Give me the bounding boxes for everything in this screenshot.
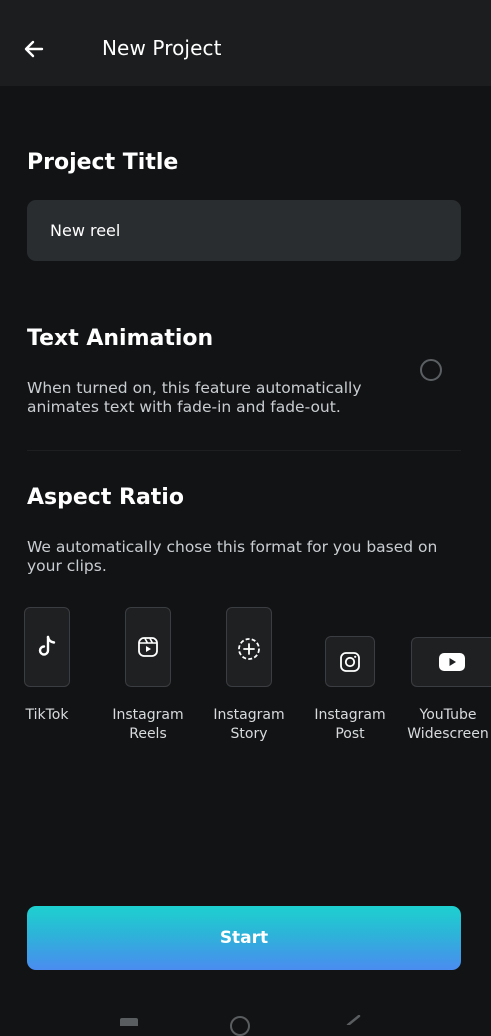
ratio-label-tiktok: TikTok [25, 707, 69, 723]
text-animation-heading: Text Animation [27, 326, 214, 351]
ratio-label-instagram-story: Instagram Story [213, 707, 285, 742]
tiktok-icon [38, 635, 56, 656]
text-animation-toggle[interactable] [420, 359, 442, 381]
arrow-left-icon [24, 40, 44, 58]
page-title: New Project [102, 36, 222, 60]
ratio-option-instagram-post[interactable] [325, 636, 375, 687]
top-app-bar: New Project [0, 0, 491, 86]
youtube-icon [438, 653, 465, 671]
ratio-label-instagram-post: Instagram Post [314, 707, 386, 742]
aspect-ratio-heading: Aspect Ratio [27, 485, 184, 510]
ratio-option-tiktok[interactable] [24, 607, 70, 687]
home-icon[interactable] [230, 1016, 250, 1036]
system-navigation-bar [0, 1006, 491, 1036]
project-title-value: New reel [50, 221, 121, 240]
aspect-ratio-description: We automatically chose this format for y… [27, 538, 438, 575]
ratio-label-youtube-widescreen: YouTube Widescreen [407, 707, 489, 742]
section-divider [27, 450, 461, 451]
start-button-label: Start [219, 928, 269, 948]
project-title-heading: Project Title [27, 150, 179, 175]
recents-icon[interactable] [120, 1018, 138, 1026]
ratio-label-instagram-reels: Instagram Reels [112, 707, 184, 742]
ratio-option-instagram-story[interactable] [226, 607, 272, 687]
ratio-option-instagram-reels[interactable] [125, 607, 171, 687]
instagram-reels-icon [138, 637, 158, 657]
text-animation-description: When turned on, this feature automatical… [27, 379, 362, 416]
ratio-option-youtube-widescreen[interactable] [411, 637, 491, 687]
project-title-input[interactable]: New reel [27, 200, 461, 261]
instagram-story-icon [238, 638, 260, 660]
instagram-post-icon [340, 651, 360, 672]
back-button[interactable] [18, 33, 50, 65]
start-button[interactable]: Start [27, 906, 461, 970]
